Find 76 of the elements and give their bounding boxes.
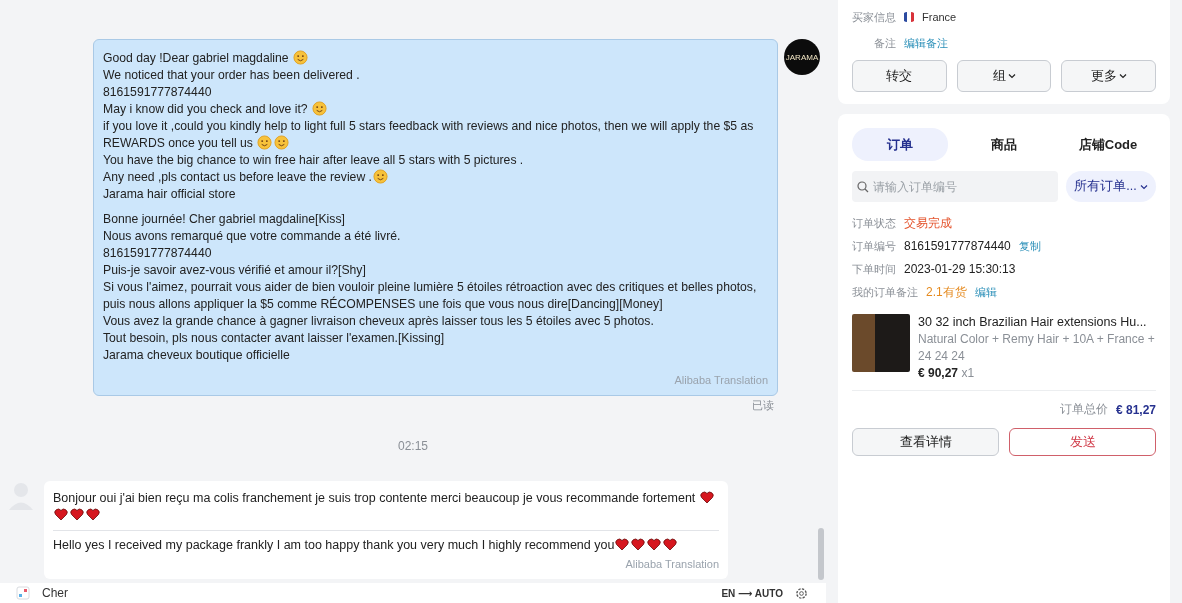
total-label: 订单总价	[1059, 401, 1108, 418]
action-button[interactable]: 转交	[852, 60, 947, 92]
product-title[interactable]: 30 32 inch Brazilian Hair extensions Hu...	[918, 314, 1156, 331]
message-line: Good day !Dear gabriel magdaline	[103, 50, 768, 67]
field-label: 买家信息	[852, 9, 896, 25]
message-line: 8161591777874440	[103, 245, 213, 262]
total-value: € 81,27	[1115, 402, 1156, 417]
country: France	[922, 11, 957, 23]
heart-icon	[70, 508, 84, 521]
tab[interactable]: 订单	[852, 128, 948, 161]
field-value: 2.1有货	[926, 283, 967, 301]
message-line: Tout besoin, pls nous contacter avant laisser l'examen.[Kissing]	[103, 330, 446, 347]
field-value: 8161591777874440	[904, 239, 1011, 253]
message-line: Puis-je savoir avez-vous vérifié et amour il?[Shy]	[103, 262, 367, 279]
message-line: Nous avons remarqué que votre commande a été livré.	[103, 228, 402, 245]
message-line: Hello yes I received my package frankly I am too happy thank you very much I highly recommend you	[53, 537, 719, 554]
tab[interactable]: 商品	[956, 128, 1052, 161]
settings-icon[interactable]	[795, 586, 808, 600]
composer-bar[interactable]: Cher EN ⟶ AUTO	[0, 583, 826, 603]
message-line: Any need ,pls contact us before leave the review .	[103, 169, 768, 186]
message-line: Si vous l'aimez, pourrait vous aider de bien vouloir pleine lumière 5 étoiles rétroaction avec des critiques et belles photos, puis nous allons appliquer la $5 comme RÉCOMPENSES une fois que vous nous dire[Dancing][Money]	[103, 279, 758, 313]
message-line: 8161591777874440	[103, 84, 213, 101]
heart-icon	[647, 538, 662, 551]
message-line: May i know did you check and love it?	[103, 101, 768, 118]
heart-icon	[663, 538, 678, 551]
photo-placeholder	[852, 314, 910, 372]
emoji-icon	[312, 101, 327, 116]
language-toggle[interactable]: EN ⟶ AUTO	[721, 587, 783, 599]
field-value: 2023-01-29 15:30:13	[904, 262, 1016, 276]
chevron-down-icon	[1007, 73, 1016, 79]
product-price: € 90,27 x1	[918, 365, 976, 382]
message-line: Bonjour oui j'ai bien reçu ma colis franchement je suis trop contente merci beaucoup je vous recommande fortement	[53, 490, 719, 524]
emoji-icon	[257, 135, 273, 150]
field-link[interactable]: 复制	[1018, 238, 1041, 254]
field-value: 交易完成	[904, 214, 952, 232]
tool-icon[interactable]	[16, 586, 30, 600]
heart-icon	[54, 508, 68, 521]
translation-note: Alibaba Translation	[624, 557, 719, 572]
message-line: We noticed that your order has been delivered .	[103, 67, 361, 84]
read-status: 已读	[752, 398, 775, 413]
tab[interactable]: 店铺Code	[1060, 128, 1156, 161]
search-field[interactable]: 请输入订单编号	[852, 171, 1058, 202]
chevron-down-icon	[1118, 73, 1127, 79]
logo-text: JARAMA	[785, 52, 819, 62]
field-label: 我的订单备注	[852, 284, 918, 300]
message-line: Vous avez la grande chance à gagner livraison cheveux après laisser tous les 5 étoiles avec 5 photos.	[103, 313, 655, 330]
search-icon	[857, 181, 869, 193]
flag-icon	[904, 12, 914, 22]
message-line: You have the big chance to win free hair after leave all 5 stars with 5 pictures .	[103, 152, 525, 169]
emoji-icon	[372, 169, 388, 184]
message-line: Jarama cheveux boutique officielle	[103, 347, 291, 364]
field-label: 订单状态	[852, 215, 896, 231]
emoji-icon	[293, 50, 309, 65]
heart-icon	[615, 538, 630, 551]
action-button[interactable]: 查看详情	[852, 428, 999, 456]
message-line: Jarama hair official store	[103, 186, 237, 203]
action-button[interactable]: 更多	[1061, 60, 1156, 92]
chevron-down-icon	[1139, 183, 1148, 190]
message-line: if you love it ,could you kindly help to light full 5 stars feedback with reviews and nice photos, then we will apply the $5 as REWARDS once you tell us	[103, 118, 755, 152]
edit-note-link[interactable]: 编辑备注	[904, 35, 948, 51]
field-label: 备注	[873, 35, 896, 51]
field-label: 下单时间	[852, 261, 896, 277]
message-line: Bonne journée! Cher gabriel magdaline[Kiss]	[103, 211, 346, 228]
emoji-icon	[274, 135, 290, 150]
message-time: 02:15	[398, 439, 428, 453]
field-link[interactable]: 编辑	[974, 284, 997, 300]
heart-icon	[631, 538, 646, 551]
heart-icon	[699, 491, 714, 504]
order-filter-dropdown[interactable]: 所有订单...	[1066, 171, 1156, 202]
action-button[interactable]: 组	[956, 60, 1052, 92]
translation-note: Alibaba Translation	[673, 373, 768, 388]
heart-icon	[86, 508, 100, 521]
action-button[interactable]: 发送	[1009, 428, 1156, 456]
scrollbar-thumb[interactable]	[818, 528, 824, 580]
field-label: 订单编号	[852, 238, 896, 254]
message-input[interactable]: Cher	[42, 586, 710, 600]
